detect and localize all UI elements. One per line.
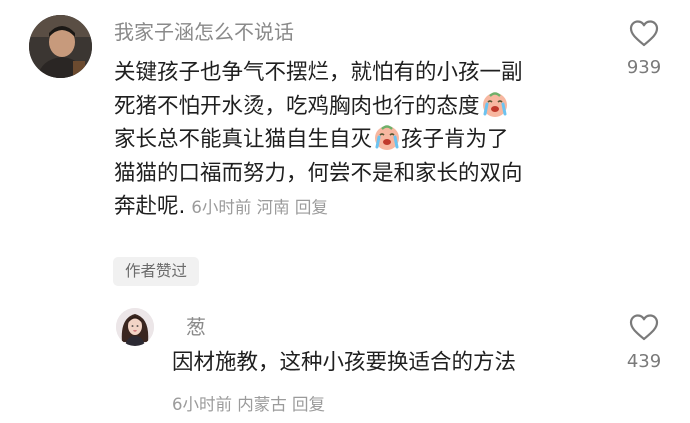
like-count: 939 <box>626 57 662 78</box>
commenter-avatar[interactable] <box>29 15 92 78</box>
comment-line: 关键孩子也争气不摆烂，就怕有的小孩一副 <box>114 60 523 85</box>
like-button[interactable]: 939 <box>616 18 672 78</box>
commenter-username[interactable]: 我家子涵怎么不说话 <box>114 19 294 45</box>
reply-avatar[interactable] <box>116 308 154 346</box>
reply-meta[interactable]: 6小时前 内蒙古 回复 <box>172 393 325 417</box>
comment-line-text: 孩子肯为了 <box>401 127 509 152</box>
author-liked-badge: 作者赞过 <box>113 257 200 286</box>
comment-line: 死猪不怕开水烫，吃鸡胸肉也行的态度 <box>114 90 523 124</box>
reply-like-button[interactable]: 439 <box>616 312 672 372</box>
reply-text: 因材施教，这种小孩要换适合的方法 <box>172 350 517 375</box>
crying-face-emoji <box>375 125 400 150</box>
reply-username[interactable]: 葱 <box>186 314 206 340</box>
crying-face-emoji <box>482 91 507 117</box>
comment-text: 关键孩子也争气不摆烂，就怕有的小孩一副 死猪不怕开水烫，吃鸡胸肉也行的态度 家长… <box>114 56 523 225</box>
comment-meta[interactable]: 6小时前 河南 回复 <box>191 198 328 217</box>
comment-line: 猫猫的口福而努力，何尝不是和家长的双向 <box>114 160 523 186</box>
like-count: 439 <box>626 351 662 372</box>
comment-line-text: 死猪不怕开水烫，吃鸡胸肉也行的态度 <box>114 93 480 119</box>
heart-outline-icon[interactable] <box>628 312 660 342</box>
comment-line: 家长总不能真让猫自生自灭 孩子肯为了 <box>114 123 523 157</box>
comment-line-text: 家长总不能真让猫自生自灭 <box>114 127 373 152</box>
heart-outline-icon[interactable] <box>628 18 660 48</box>
comment-line: 奔赴呢. 6小时前 河南 回复 <box>114 190 523 225</box>
comment-line-text: 奔赴呢. <box>114 194 186 219</box>
